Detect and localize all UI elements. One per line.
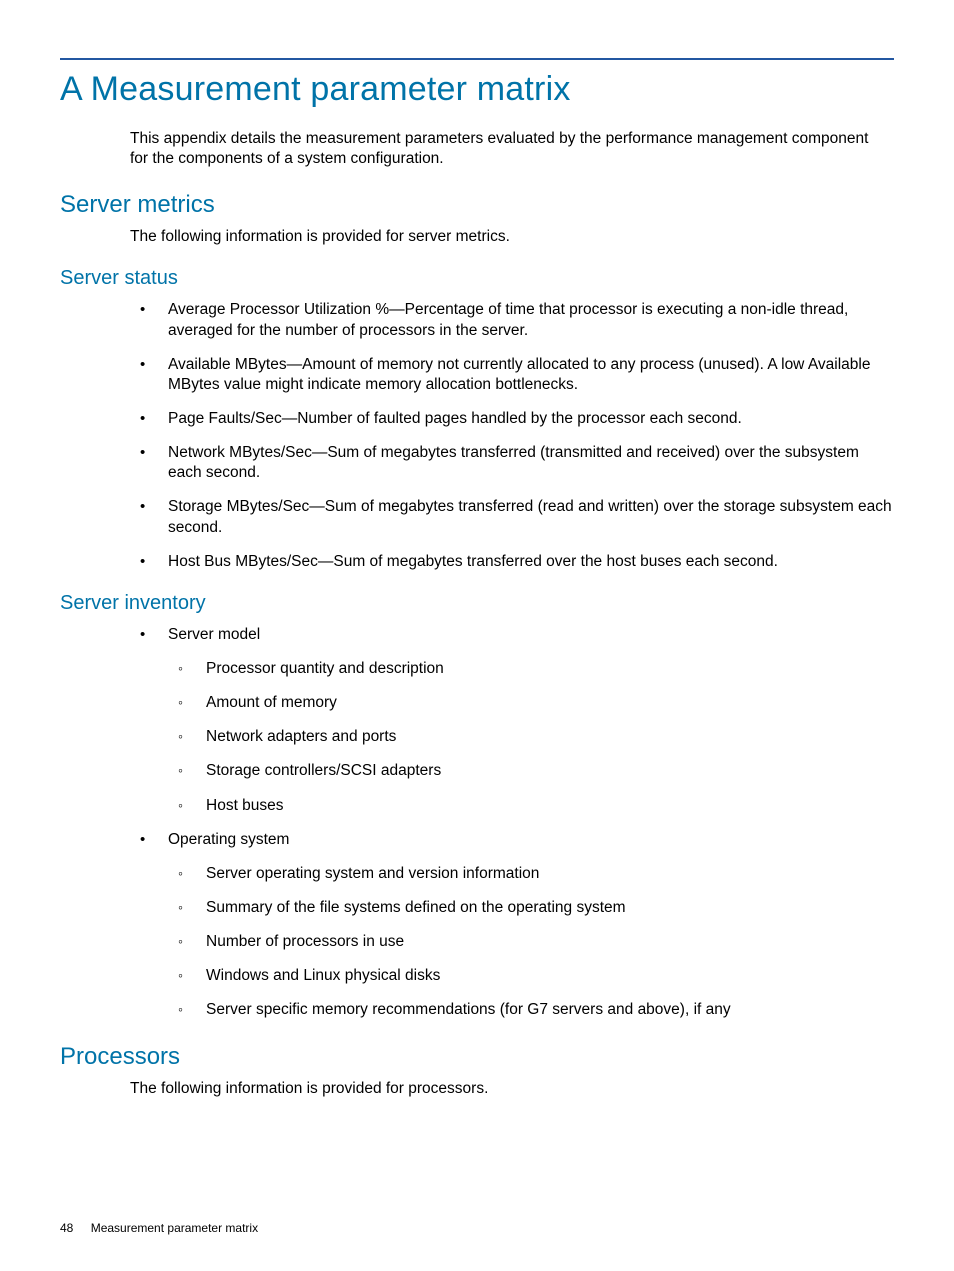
list-item: Operating system Server operating system… <box>130 830 894 1021</box>
header-rule <box>60 58 894 60</box>
list-item: Storage controllers/SCSI adapters <box>168 761 894 781</box>
intro-paragraph: This appendix details the measurement pa… <box>130 129 884 169</box>
list-item-label: Server model <box>168 626 260 643</box>
page-footer: 48 Measurement parameter matrix <box>60 1221 258 1235</box>
list-item: Available MBytes—Amount of memory not cu… <box>130 355 894 395</box>
list-item: Server operating system and version info… <box>168 864 894 884</box>
footer-label: Measurement parameter matrix <box>91 1221 258 1235</box>
list-item: Amount of memory <box>168 693 894 713</box>
list-item: Average Processor Utilization %—Percenta… <box>130 300 894 340</box>
sublist: Processor quantity and description Amoun… <box>168 659 894 816</box>
section-processors: Processors <box>60 1043 894 1071</box>
server-metrics-intro: The following information is provided fo… <box>130 227 884 247</box>
list-item: Page Faults/Sec—Number of faulted pages … <box>130 409 894 429</box>
list-item: Host Bus MBytes/Sec—Sum of megabytes tra… <box>130 552 894 572</box>
list-item: Summary of the file systems defined on t… <box>168 898 894 918</box>
list-item: Network adapters and ports <box>168 727 894 747</box>
server-status-list: Average Processor Utilization %—Percenta… <box>130 300 894 571</box>
section-server-status: Server status <box>60 267 894 290</box>
list-item: Number of processors in use <box>168 932 894 952</box>
page-title: A Measurement parameter matrix <box>60 70 894 109</box>
sublist: Server operating system and version info… <box>168 864 894 1021</box>
list-item-label: Operating system <box>168 831 289 848</box>
list-item: Network MBytes/Sec—Sum of megabytes tran… <box>130 443 894 483</box>
list-item: Storage MBytes/Sec—Sum of megabytes tran… <box>130 497 894 537</box>
section-server-inventory: Server inventory <box>60 592 894 615</box>
list-item: Host buses <box>168 796 894 816</box>
list-item: Server specific memory recommendations (… <box>168 1000 894 1020</box>
processors-intro: The following information is provided fo… <box>130 1079 884 1099</box>
section-server-metrics: Server metrics <box>60 191 894 219</box>
page-number: 48 <box>60 1221 73 1235</box>
list-item: Processor quantity and description <box>168 659 894 679</box>
list-item: Windows and Linux physical disks <box>168 966 894 986</box>
server-inventory-list: Server model Processor quantity and desc… <box>130 625 894 1021</box>
list-item: Server model Processor quantity and desc… <box>130 625 894 816</box>
